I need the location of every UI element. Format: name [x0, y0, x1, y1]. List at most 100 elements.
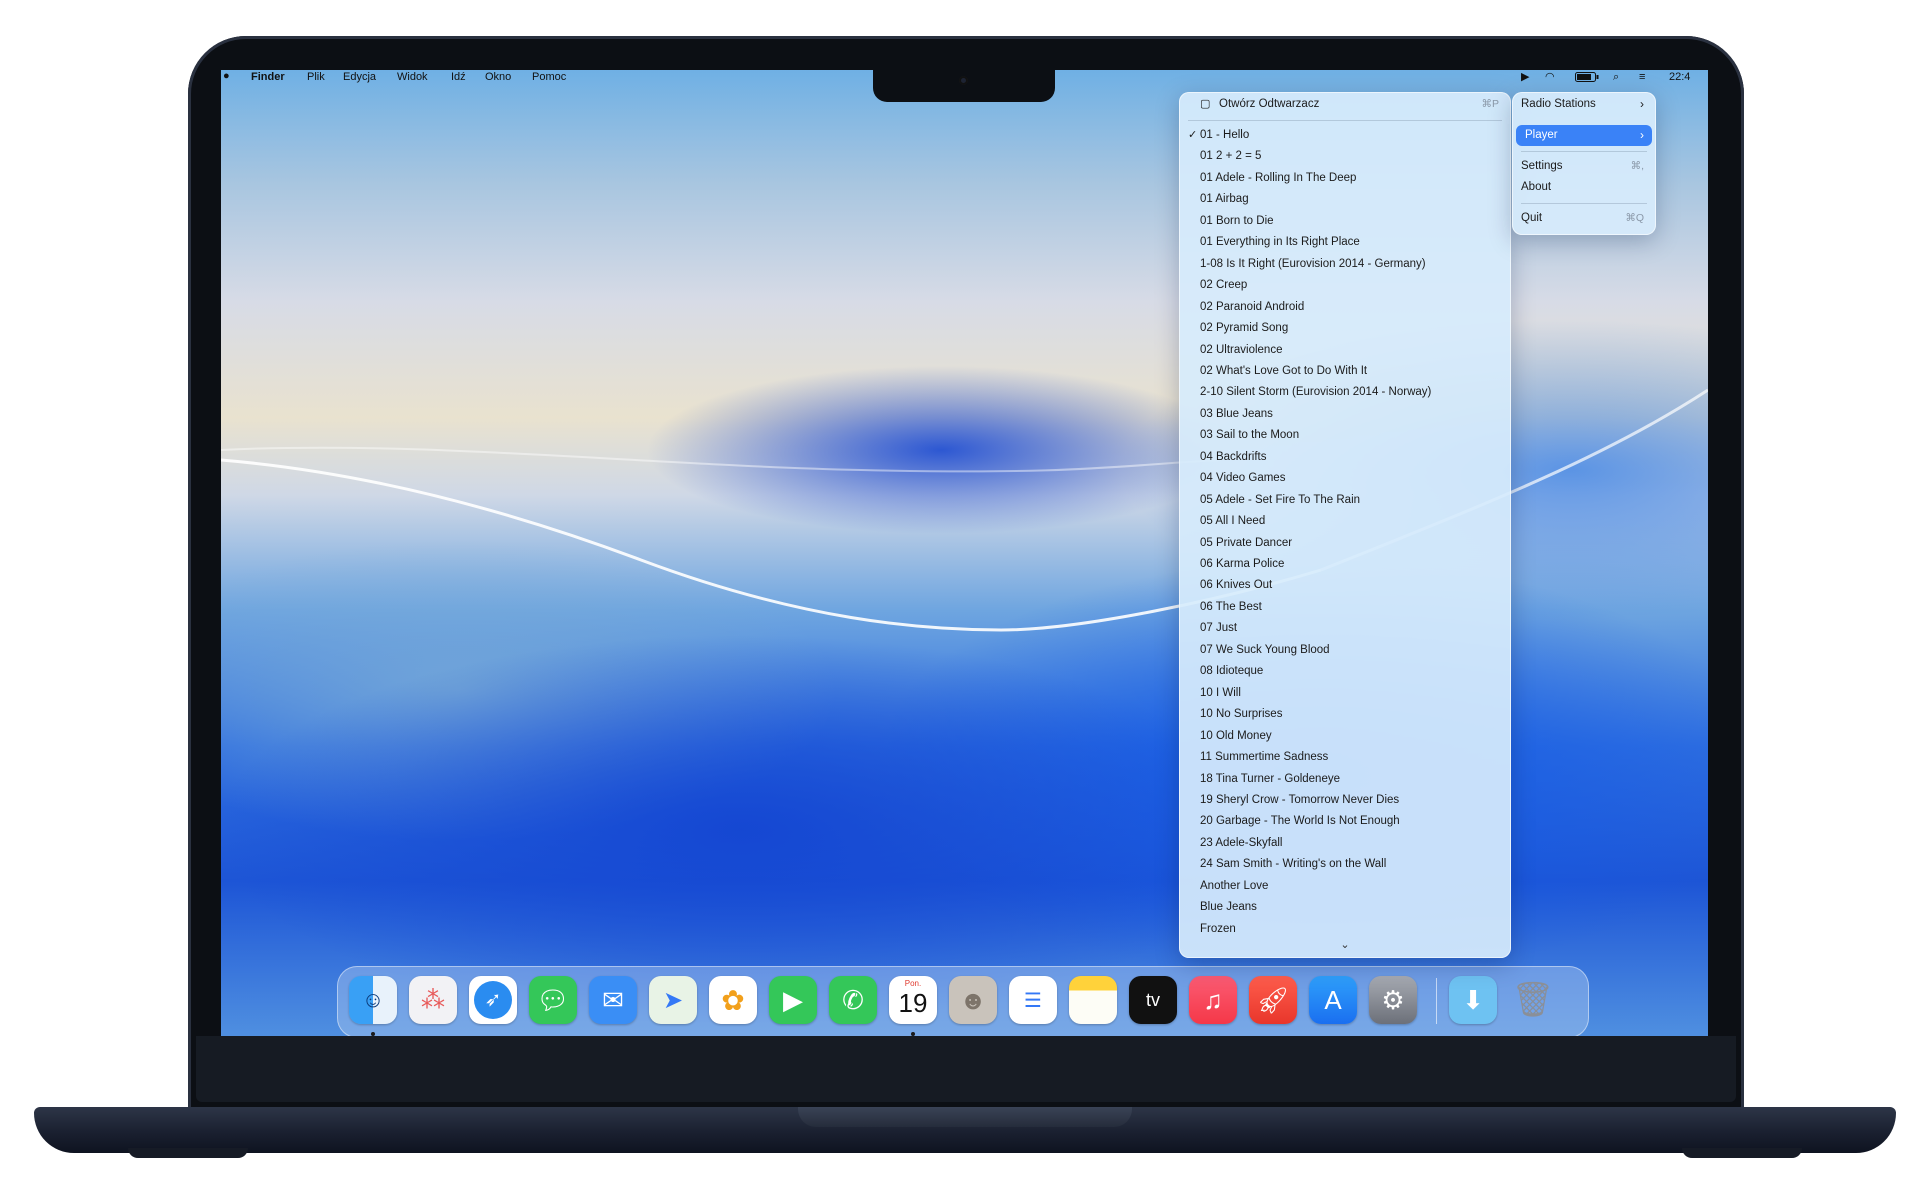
open-player-item[interactable]: ▢ Otwórz Odtwarzacz ⌘P — [1179, 94, 1511, 115]
track-item[interactable]: 10 Old Money — [1179, 726, 1511, 747]
track-label: 18 Tina Turner - Goldeneye — [1200, 772, 1340, 785]
track-item[interactable]: Blue Jeans — [1179, 897, 1511, 918]
control-center-icon[interactable]: ≡ — [1639, 70, 1645, 84]
player-item[interactable]: Player › — [1516, 125, 1652, 146]
track-label: 04 Backdrifts — [1200, 450, 1267, 463]
app-store-icon[interactable]: A — [1309, 976, 1357, 1024]
track-label: 01 2 + 2 = 5 — [1200, 150, 1262, 163]
track-label: 10 Old Money — [1200, 729, 1272, 742]
radio-stations-item[interactable]: Radio Stations › — [1512, 94, 1656, 115]
track-item[interactable]: 19 Sheryl Crow - Tomorrow Never Dies — [1179, 790, 1511, 811]
track-item[interactable]: 2-10 Silent Storm (Eurovision 2014 - Nor… — [1179, 382, 1511, 403]
track-item[interactable]: 10 I Will — [1179, 683, 1511, 704]
track-item[interactable]: Another Love — [1179, 876, 1511, 897]
track-label: 03 Blue Jeans — [1200, 407, 1273, 420]
rocket-icon[interactable]: 🚀︎ — [1249, 976, 1297, 1024]
dock-separator — [1436, 978, 1437, 1024]
maps-icon[interactable]: ➤ — [649, 976, 697, 1024]
menu-okno[interactable]: Okno — [485, 70, 511, 84]
menu-plik[interactable]: Plik — [307, 70, 325, 84]
track-item[interactable]: 05 Adele - Set Fire To The Rain — [1179, 490, 1511, 511]
track-item[interactable]: Frozen — [1179, 919, 1511, 940]
menu-app-name[interactable]: Finder — [251, 70, 285, 84]
track-label: 06 The Best — [1200, 600, 1262, 613]
notes-icon[interactable] — [1069, 976, 1117, 1024]
track-item[interactable]: 04 Video Games — [1179, 468, 1511, 489]
calendar-day-number: 19 — [898, 988, 928, 1018]
track-item[interactable]: 06 Karma Police — [1179, 554, 1511, 575]
track-item[interactable]: 02 Paranoid Android — [1179, 297, 1511, 318]
trash-icon[interactable]: 🗑︎ — [1509, 976, 1557, 1024]
radio-stations-label: Radio Stations — [1521, 98, 1596, 110]
messages-icon[interactable]: 💬︎ — [529, 976, 577, 1024]
scroll-down-chevron-icon[interactable]: ⌄ — [1179, 938, 1511, 951]
reminders-icon[interactable]: ☰ — [1009, 976, 1057, 1024]
track-item[interactable]: 02 Creep — [1179, 275, 1511, 296]
menu-edycja[interactable]: Edycja — [343, 70, 376, 84]
menu-clock[interactable]: 22:4 — [1669, 70, 1690, 84]
calendar-day-label: Pon. — [904, 979, 922, 988]
spotlight-search-icon[interactable]: ⌕ — [1613, 70, 1619, 84]
track-item[interactable]: 01 Everything in Its Right Place — [1179, 232, 1511, 253]
about-item[interactable]: About — [1512, 177, 1656, 198]
apple-tv-icon[interactable]: tv — [1129, 976, 1177, 1024]
menu-pomoc[interactable]: Pomoc — [532, 70, 566, 84]
track-label: Frozen — [1200, 922, 1236, 935]
track-item[interactable]: 03 Blue Jeans — [1179, 404, 1511, 425]
track-item[interactable]: 01 Adele - Rolling In The Deep — [1179, 168, 1511, 189]
track-item[interactable]: 06 The Best — [1179, 597, 1511, 618]
track-item[interactable]: 11 Summertime Sadness — [1179, 747, 1511, 768]
battery-icon[interactable] — [1575, 72, 1599, 82]
mail-icon[interactable]: ✉ — [589, 976, 637, 1024]
track-item[interactable]: 24 Sam Smith - Writing's on the Wall — [1179, 854, 1511, 875]
track-item[interactable]: 23 Adele-Skyfall — [1179, 833, 1511, 854]
track-item[interactable]: 02 Pyramid Song — [1179, 318, 1511, 339]
track-item[interactable]: 01 Born to Die — [1179, 211, 1511, 232]
quit-item[interactable]: Quit ⌘Q — [1512, 208, 1656, 229]
track-label: Another Love — [1200, 879, 1269, 892]
track-item[interactable]: 07 We Suck Young Blood — [1179, 640, 1511, 661]
track-item[interactable]: 04 Backdrifts — [1179, 447, 1511, 468]
track-item[interactable]: 06 Knives Out — [1179, 575, 1511, 596]
track-item[interactable]: 01 Airbag — [1179, 189, 1511, 210]
calendar-icon[interactable]: Pon. 19 — [889, 976, 937, 1024]
chevron-right-icon: › — [1640, 97, 1644, 111]
music-icon[interactable]: ♫ — [1189, 976, 1237, 1024]
track-item[interactable]: 03 Sail to the Moon — [1179, 425, 1511, 446]
phone-icon[interactable]: ✆ — [829, 976, 877, 1024]
quit-shortcut: ⌘Q — [1625, 212, 1644, 224]
play-status-icon[interactable]: ▶ — [1521, 70, 1529, 84]
track-label: 03 Sail to the Moon — [1200, 429, 1300, 442]
track-item[interactable]: 20 Garbage - The World Is Not Enough — [1179, 811, 1511, 832]
wifi-icon[interactable]: ◠ — [1545, 70, 1555, 84]
finder-icon[interactable]: ☺ — [349, 976, 397, 1024]
downloads-folder-icon[interactable]: ⬇ — [1449, 976, 1497, 1024]
contacts-icon[interactable]: ☻ — [949, 976, 997, 1024]
photos-icon[interactable]: ✿ — [709, 976, 757, 1024]
track-item[interactable]: 02 What's Love Got to Do With It — [1179, 361, 1511, 382]
system-settings-icon[interactable]: ⚙ — [1369, 976, 1417, 1024]
track-item[interactable]: 1-08 Is It Right (Eurovision 2014 - Germ… — [1179, 254, 1511, 275]
track-item[interactable]: 08 Idioteque — [1179, 661, 1511, 682]
track-item[interactable]: 07 Just — [1179, 618, 1511, 639]
open-player-label: Otwórz Odtwarzacz — [1219, 98, 1320, 110]
track-item[interactable]: 18 Tina Turner - Goldeneye — [1179, 769, 1511, 790]
track-item[interactable]: ✓ 01 - Hello — [1179, 125, 1511, 146]
track-label: 19 Sheryl Crow - Tomorrow Never Dies — [1200, 793, 1400, 806]
track-item[interactable]: 02 Ultraviolence — [1179, 340, 1511, 361]
track-label: 02 Ultraviolence — [1200, 343, 1283, 356]
about-label: About — [1521, 181, 1552, 193]
menu-widok[interactable]: Widok — [397, 70, 428, 84]
track-label: 2-10 Silent Storm (Eurovision 2014 - Nor… — [1200, 386, 1432, 399]
track-item[interactable]: 05 All I Need — [1179, 511, 1511, 532]
track-item[interactable]: 10 No Surprises — [1179, 704, 1511, 725]
track-item[interactable]: 01 2 + 2 = 5 — [1179, 146, 1511, 167]
menu-idz[interactable]: Idź — [451, 70, 466, 84]
track-item[interactable]: 05 Private Dancer — [1179, 533, 1511, 554]
track-label: 01 Adele - Rolling In The Deep — [1200, 171, 1357, 184]
apple-menu-icon[interactable]: ● — [223, 70, 230, 82]
safari-icon[interactable]: ➶ — [469, 976, 517, 1024]
facetime-icon[interactable]: ▶ — [769, 976, 817, 1024]
settings-item[interactable]: Settings ⌘, — [1512, 156, 1656, 177]
launchpad-icon[interactable]: ⁂ — [409, 976, 457, 1024]
